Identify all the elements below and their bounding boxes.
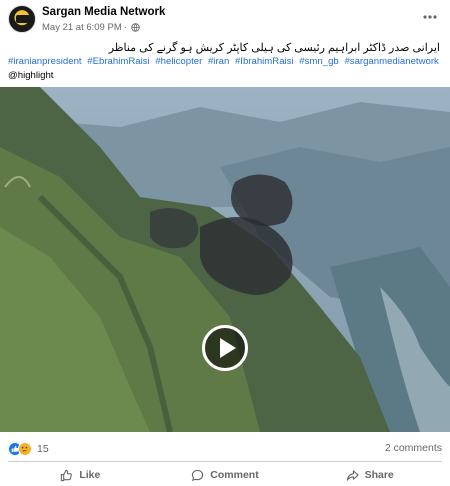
hashtag-link[interactable]: #helicopter: [155, 56, 202, 67]
hashtag-link[interactable]: #iranianpresident: [8, 56, 82, 67]
hashtag-list: #iranianpresident #EbrahimRaisi #helicop…: [8, 55, 444, 83]
play-icon[interactable]: [202, 325, 248, 371]
video-player[interactable]: [0, 87, 450, 432]
comment-label: Comment: [210, 469, 259, 481]
divider: [8, 461, 442, 462]
meta-separator: ·: [123, 22, 127, 33]
share-label: Share: [364, 469, 394, 481]
comments-count-link[interactable]: 2 comments: [385, 442, 442, 454]
post-header: Sargan Media Network May 21 at 6:09 PM ·: [8, 5, 442, 35]
like-button[interactable]: Like: [8, 464, 153, 486]
hashtag-link[interactable]: #IbrahimRaisi: [235, 56, 294, 67]
facebook-post: Sargan Media Network May 21 at 6:09 PM ·…: [0, 0, 450, 486]
page-avatar[interactable]: [8, 5, 36, 33]
hashtag-link[interactable]: #EbrahimRaisi: [87, 56, 149, 67]
comment-button[interactable]: Comment: [153, 464, 298, 486]
page-name-link[interactable]: Sargan Media Network: [42, 6, 165, 18]
sad-reaction-icon: [18, 442, 32, 456]
video-frame: [0, 87, 450, 432]
hashtag-link[interactable]: #iran: [208, 56, 229, 67]
hashtag-link[interactable]: #smn_gb: [299, 56, 338, 67]
like-label: Like: [79, 469, 101, 481]
comment-bubble-icon: [192, 469, 204, 481]
post-date-link[interactable]: May 21 at 6:09 PM: [42, 22, 122, 33]
post-action-bar: Like Comment Share: [8, 464, 442, 486]
globe-icon: [131, 23, 140, 32]
reaction-summary[interactable]: 15: [8, 441, 49, 457]
more-options-icon[interactable]: [422, 9, 438, 25]
share-arrow-icon: [346, 469, 359, 481]
post-caption: ایرانی صدر ڈاکٹر ابراہیم رئیسی کی ہیلی ک…: [108, 42, 440, 54]
thumbs-up-icon: [61, 469, 73, 481]
reaction-count: 15: [37, 443, 49, 455]
mention-link[interactable]: @highlight: [8, 70, 53, 81]
hashtag-link[interactable]: #sarganmedianetwork: [344, 56, 438, 67]
post-meta: May 21 at 6:09 PM ·: [42, 22, 140, 33]
share-button[interactable]: Share: [297, 464, 442, 486]
